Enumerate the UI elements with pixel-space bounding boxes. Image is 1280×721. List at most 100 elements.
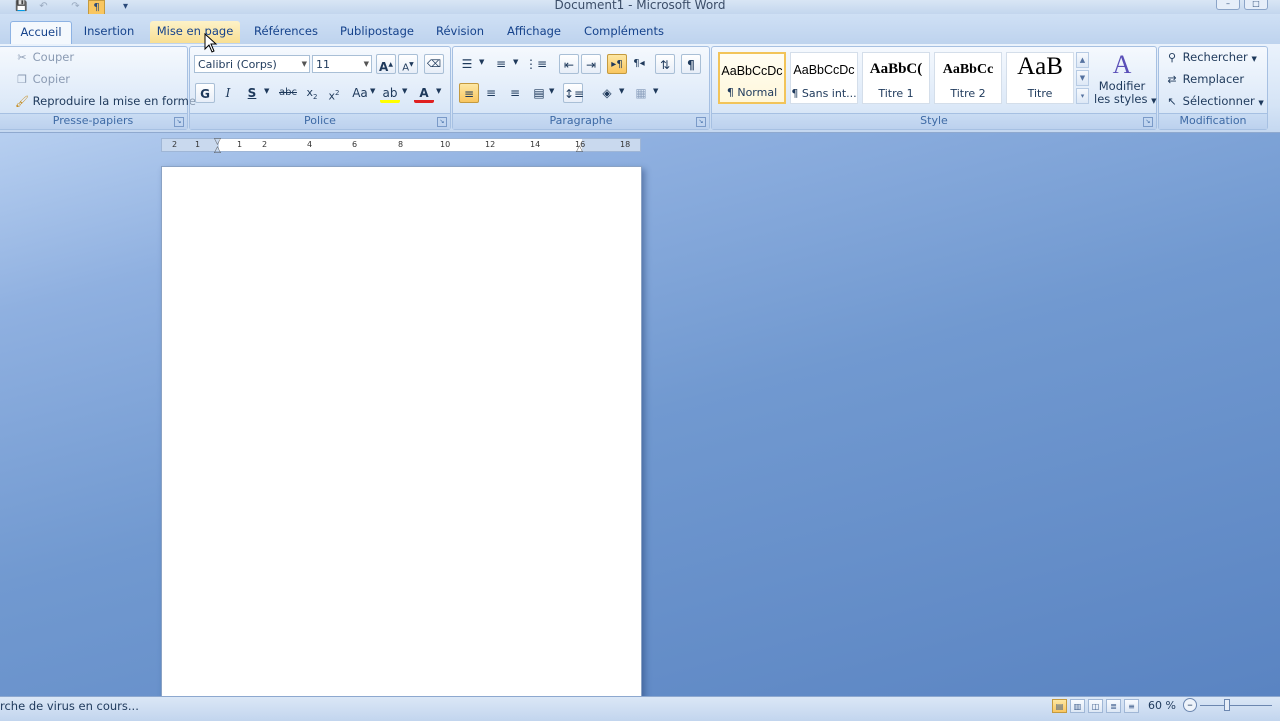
- minimize-button[interactable]: –: [1216, 0, 1240, 10]
- style-titre[interactable]: AaB Titre: [1006, 52, 1074, 104]
- draft-view-icon[interactable]: ≡: [1124, 699, 1139, 713]
- chevron-down-icon: ▼: [1151, 97, 1157, 105]
- font-color-icon[interactable]: A: [414, 83, 434, 103]
- grow-font-button[interactable]: A▲: [376, 54, 396, 74]
- zoom-out-icon[interactable]: –: [1183, 698, 1197, 712]
- horizontal-ruler[interactable]: 2 1 1 2 4 6 8 10 12 14 16 18 ▽ △ △: [161, 137, 641, 155]
- increase-indent-icon[interactable]: ⇥: [581, 54, 601, 74]
- chevron-down-icon[interactable]: ▼: [264, 87, 269, 95]
- styles-a-icon: A: [1112, 50, 1132, 79]
- chevron-down-icon[interactable]: ▼: [436, 87, 441, 95]
- tab-accueil[interactable]: Accueil: [10, 21, 72, 44]
- italic-button[interactable]: I: [218, 83, 238, 103]
- mouse-cursor-icon: [204, 33, 218, 53]
- paintbrush-icon: 🖌: [15, 95, 29, 108]
- tab-complements[interactable]: Compléments: [580, 21, 668, 43]
- full-screen-reading-icon[interactable]: ▥: [1070, 699, 1085, 713]
- ruler-right-margin: [582, 139, 640, 151]
- tab-insertion[interactable]: Insertion: [79, 21, 139, 43]
- styles-scroll-down-icon[interactable]: ▼: [1076, 70, 1089, 86]
- chevron-down-icon[interactable]: ▼: [619, 87, 624, 95]
- zoom-slider[interactable]: [1200, 705, 1272, 706]
- chevron-down-icon[interactable]: ▼: [549, 87, 554, 95]
- clear-format-icon[interactable]: ⌫: [424, 54, 444, 74]
- chevron-down-icon[interactable]: ▼: [402, 87, 407, 95]
- line-spacing-icon[interactable]: ↕≡: [563, 83, 584, 103]
- tab-publipostage[interactable]: Publipostage: [334, 21, 420, 43]
- show-marks-button[interactable]: ¶: [681, 54, 701, 74]
- shading-icon[interactable]: ◈: [597, 83, 617, 103]
- ltr-direction-icon[interactable]: ▸¶: [607, 54, 627, 74]
- left-indent-icon[interactable]: △: [214, 145, 221, 155]
- print-layout-icon[interactable]: ▤: [1052, 699, 1067, 713]
- tab-revision[interactable]: Révision: [432, 21, 488, 43]
- rtl-direction-icon[interactable]: ¶◂: [629, 54, 649, 74]
- zoom-level[interactable]: 60 %: [1148, 699, 1176, 712]
- bullets-icon[interactable]: ☰: [457, 54, 477, 74]
- strikethrough-button[interactable]: abc: [276, 83, 300, 103]
- tab-references[interactable]: Références: [250, 21, 322, 43]
- style-titre-1[interactable]: AaBbC( Titre 1: [862, 52, 930, 104]
- status-bar: rche de virus en cours... ▤ ▥ ◫ ≣ ≡ 60 %…: [0, 696, 1280, 721]
- paragraph-launcher-icon[interactable]: ↘: [696, 117, 706, 127]
- chevron-down-icon[interactable]: ▼: [370, 87, 375, 95]
- shrink-font-button[interactable]: A▼: [398, 54, 418, 74]
- chevron-down-icon: ▼: [1258, 99, 1264, 107]
- styles-scroll-up-icon[interactable]: ▲: [1076, 52, 1089, 68]
- subscript-button[interactable]: x2: [302, 83, 322, 103]
- styles-more-icon[interactable]: ▾: [1076, 88, 1089, 104]
- tab-mise-en-page[interactable]: Mise en page: [150, 21, 240, 43]
- zoom-slider-thumb[interactable]: [1224, 699, 1230, 711]
- title-bar: 💾 ↶ ↷ ¶ ▾ Document1 - Microsoft Word – □: [0, 0, 1280, 15]
- superscript-button[interactable]: x2: [324, 83, 344, 103]
- chevron-down-icon[interactable]: ▼: [513, 58, 518, 66]
- sort-icon[interactable]: ⇅: [655, 54, 675, 74]
- pointer-icon: ↖: [1167, 95, 1177, 108]
- cut-button[interactable]: ✂ Couper: [15, 50, 74, 64]
- style-sans-interligne[interactable]: AaBbCcDc ¶ Sans int...: [790, 52, 858, 104]
- chevron-down-icon[interactable]: ▼: [653, 87, 658, 95]
- copy-icon: ❐: [17, 73, 27, 86]
- ruler-left-margin: [162, 139, 219, 151]
- styles-launcher-icon[interactable]: ↘: [1143, 117, 1153, 127]
- chevron-down-icon: ▼: [363, 60, 369, 68]
- font-launcher-icon[interactable]: ↘: [437, 117, 447, 127]
- style-titre-2[interactable]: AaBbCc Titre 2: [934, 52, 1002, 104]
- align-center-icon[interactable]: ≡: [481, 83, 501, 103]
- align-left-icon[interactable]: ≡: [459, 83, 479, 103]
- borders-icon[interactable]: ▦: [631, 83, 651, 103]
- web-layout-icon[interactable]: ◫: [1088, 699, 1103, 713]
- outline-view-icon[interactable]: ≣: [1106, 699, 1121, 713]
- font-family-select[interactable]: Calibri (Corps) ▼: [194, 55, 310, 73]
- style-normal[interactable]: AaBbCcDc ¶ Normal: [718, 52, 786, 104]
- chevron-down-icon: ▼: [1251, 55, 1257, 63]
- align-right-icon[interactable]: ≡: [505, 83, 525, 103]
- binoculars-icon: ⚲: [1167, 51, 1177, 64]
- maximize-button[interactable]: □: [1244, 0, 1268, 10]
- clipboard-launcher-icon[interactable]: ↘: [174, 117, 184, 127]
- replace-icon: ⇄: [1167, 73, 1177, 86]
- decrease-indent-icon[interactable]: ⇤: [559, 54, 579, 74]
- select-button[interactable]: ↖ Sélectionner ▼: [1165, 94, 1264, 108]
- tab-affichage[interactable]: Affichage: [502, 21, 566, 43]
- paragraph-group-label: Paragraphe: [453, 113, 709, 129]
- replace-button[interactable]: ⇄ Remplacer: [1165, 72, 1244, 86]
- find-button[interactable]: ⚲ Rechercher ▼: [1165, 50, 1257, 64]
- modify-styles-button[interactable]: A Modifier les styles ▼: [1094, 50, 1157, 112]
- underline-button[interactable]: S: [242, 83, 262, 103]
- clipboard-group: ✂ Couper ❐ Copier 🖌 Reproduire la mise e…: [0, 46, 196, 130]
- document-page[interactable]: [161, 166, 642, 698]
- justify-icon[interactable]: ▤: [529, 83, 549, 103]
- format-painter-button[interactable]: 🖌 Reproduire la mise en forme: [15, 94, 196, 108]
- font-size-select[interactable]: 11 ▼: [312, 55, 372, 73]
- multilevel-list-icon[interactable]: ⋮≡: [525, 54, 547, 74]
- highlight-color-icon[interactable]: ab: [380, 83, 400, 103]
- copy-button[interactable]: ❐ Copier: [15, 72, 70, 86]
- paragraph-group: ☰ ▼ ≡ ▼ ⋮≡ ⇤ ⇥ ▸¶ ¶◂ ⇅ ¶ ≡ ≡ ≡ ▤ ▼ ↕≡ ◈ …: [452, 46, 710, 130]
- right-indent-icon[interactable]: △: [576, 144, 583, 154]
- change-case-button[interactable]: Aa: [348, 83, 372, 103]
- bold-button[interactable]: G: [195, 83, 215, 103]
- numbering-icon[interactable]: ≡: [491, 54, 511, 74]
- font-group-label: Police: [190, 113, 450, 129]
- chevron-down-icon[interactable]: ▼: [479, 58, 484, 66]
